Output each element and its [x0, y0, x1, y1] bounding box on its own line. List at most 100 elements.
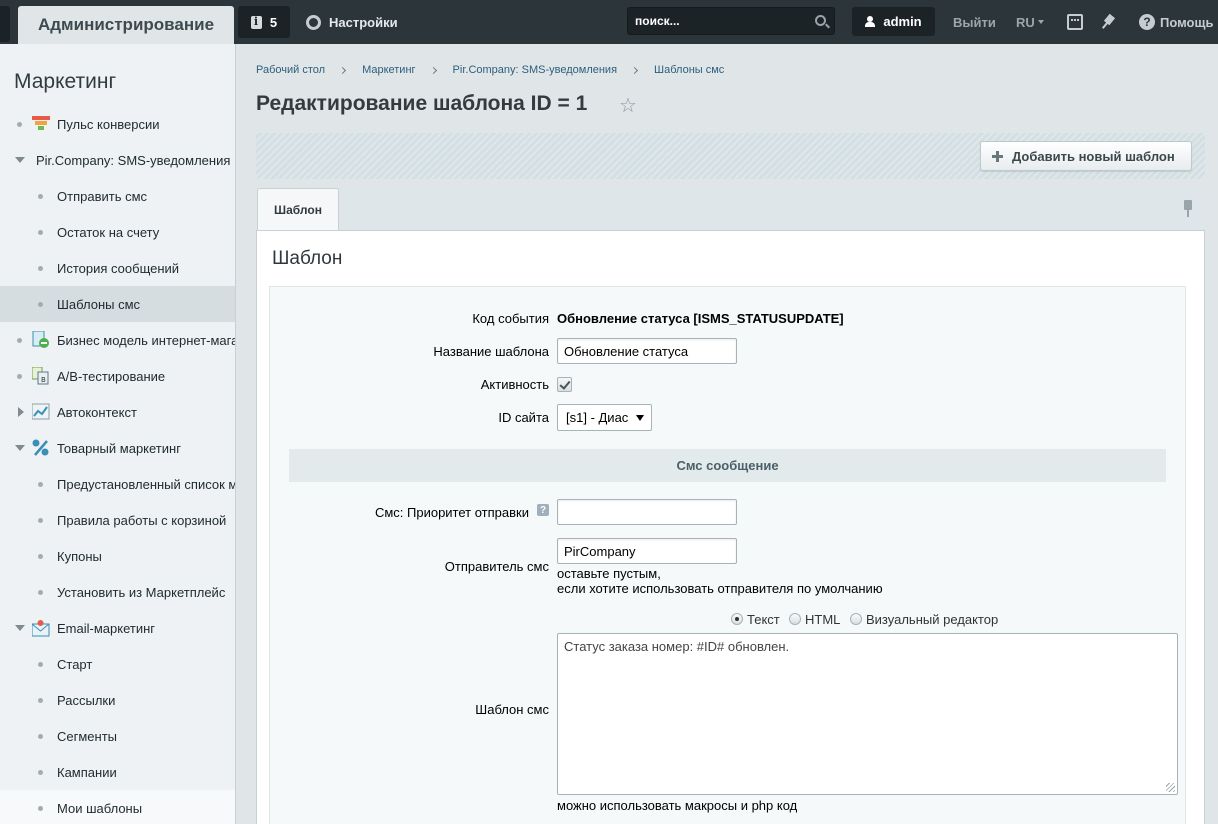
- chevron-right-icon: [429, 66, 437, 74]
- language-selector[interactable]: RU: [1016, 0, 1044, 44]
- tabs-bar: [256, 188, 1205, 230]
- search-icon[interactable]: [815, 15, 826, 26]
- sender-input[interactable]: [557, 538, 737, 564]
- gear-icon: [306, 14, 321, 30]
- sidebar-item-label: Остаток на счету: [57, 224, 160, 240]
- language-label: RU: [1016, 14, 1035, 30]
- sidebar-item-label: Автоконтекст: [57, 404, 137, 420]
- notifications-button[interactable]: 5: [238, 6, 290, 38]
- active-label: Активность: [480, 377, 549, 392]
- sidebar-title: Маркетинг: [14, 70, 117, 93]
- bullet-icon: [38, 806, 43, 811]
- mode-html-radio[interactable]: [789, 613, 801, 625]
- breadcrumb-link[interactable]: Шаблоны смс: [654, 64, 724, 76]
- priority-input[interactable]: [557, 499, 737, 525]
- sidebar-item-cart-rules[interactable]: Правила работы с корзиной: [0, 502, 235, 538]
- sidebar-item-label: Предустановленный список маркетинговых: [57, 476, 235, 492]
- keyboard-icon[interactable]: [1067, 14, 1083, 30]
- user-name: admin: [883, 14, 922, 29]
- add-template-button[interactable]: Добавить новый шаблон: [980, 141, 1192, 171]
- resize-grip-icon[interactable]: [1166, 783, 1175, 792]
- sidebar-item-history[interactable]: История сообщений: [0, 250, 235, 286]
- bullet-icon: [38, 554, 43, 559]
- sms-template-textarea[interactable]: Статус заказа номер: #ID# обновлен.: [557, 633, 1178, 795]
- chevron-down-icon[interactable]: [15, 625, 25, 631]
- chart-icon: [32, 403, 50, 420]
- template-name-label: Название шаблона: [433, 344, 549, 359]
- funnel-icon: [32, 116, 50, 130]
- pin-icon[interactable]: [1182, 200, 1194, 218]
- bullet-icon: [38, 662, 43, 667]
- sidebar-item-label: Правила работы с корзиной: [57, 512, 227, 528]
- active-checkbox[interactable]: [557, 377, 572, 392]
- bullet-icon: [38, 266, 43, 271]
- help-label: Помощь: [1160, 14, 1214, 30]
- bullet-icon: [38, 482, 43, 487]
- template-name-input[interactable]: [557, 338, 737, 364]
- sidebar-item-marketplace[interactable]: Установить из Маркетплейс: [0, 574, 235, 610]
- search-box: [627, 7, 835, 35]
- bullet-icon: [17, 122, 22, 127]
- sidebar-item-label: Pir.Company: SMS-уведомления: [36, 152, 231, 168]
- event-code-value: Обновление статуса [ISMS_STATUSUPDATE]: [557, 311, 844, 326]
- sidebar-item-label: Рассылки: [57, 692, 116, 708]
- sidebar-item-ab-testing[interactable]: B A/B-тестирование: [0, 358, 235, 394]
- sidebar-item-label: Пульс конверсии: [57, 116, 160, 132]
- bullet-icon: [17, 338, 22, 343]
- site-id-label: ID сайта: [498, 410, 549, 425]
- form-title: Шаблон: [272, 248, 343, 269]
- mode-html-label: HTML: [805, 612, 841, 627]
- sidebar-item-product-marketing[interactable]: Товарный маркетинг: [0, 430, 235, 466]
- logout-link[interactable]: Выйти: [953, 0, 996, 44]
- pin-icon[interactable]: [1101, 14, 1117, 30]
- sidebar-item-label: Email-маркетинг: [57, 620, 156, 636]
- chevron-down-icon[interactable]: [15, 157, 25, 163]
- settings-label: Настройки: [329, 14, 398, 30]
- help-button[interactable]: ? Помощь: [1139, 0, 1213, 44]
- site-id-select[interactable]: [s1] - Диас: [557, 404, 652, 431]
- sidebar-item-autocontext[interactable]: Автоконтекст: [0, 394, 235, 430]
- sidebar-item-label: История сообщений: [57, 260, 180, 276]
- mode-text-label: Текст: [747, 612, 780, 627]
- sidebar-item-pir-company[interactable]: Pir.Company: SMS-уведомления: [0, 142, 235, 178]
- add-template-label: Добавить новый шаблон: [1012, 148, 1175, 164]
- sidebar-item-label: Сегменты: [57, 728, 118, 744]
- sidebar-item-label: Бизнес модель интернет-магазина: [57, 332, 235, 348]
- bullet-icon: [38, 194, 43, 199]
- sidebar-item-balance[interactable]: Остаток на счету: [0, 214, 235, 250]
- notifications-count: 5: [269, 14, 278, 30]
- mode-visual-label: Визуальный редактор: [866, 612, 999, 627]
- mode-visual-radio[interactable]: [850, 613, 862, 625]
- chevron-down-icon[interactable]: [15, 445, 25, 451]
- user-button[interactable]: admin: [852, 7, 935, 36]
- settings-button[interactable]: Настройки: [306, 0, 398, 44]
- breadcrumb-link[interactable]: Маркетинг: [362, 64, 415, 76]
- sidebar-item-my-templates[interactable]: Мои шаблоны: [0, 790, 235, 824]
- sidebar-item-sms-templates[interactable]: Шаблоны смс: [0, 286, 235, 322]
- sidebar-item-conversion-pulse[interactable]: Пульс конверсии: [0, 106, 235, 142]
- sidebar-item-start[interactable]: Старт: [0, 646, 235, 682]
- bullet-icon: [38, 590, 43, 595]
- sidebar-item-email-marketing[interactable]: Email-маркетинг: [0, 610, 235, 646]
- breadcrumb: Рабочий стол Маркетинг Pir.Company: SMS-…: [256, 64, 724, 76]
- ab-test-icon: B: [32, 367, 49, 385]
- sidebar-item-preset-list[interactable]: Предустановленный список маркетинговых: [0, 466, 235, 502]
- sidebar-item-business-model[interactable]: Бизнес модель интернет-магазина: [0, 322, 235, 358]
- bullet-icon: [38, 518, 43, 523]
- menu-toggle[interactable]: [0, 6, 10, 42]
- tab-template[interactable]: Шаблон: [257, 188, 339, 230]
- help-icon[interactable]: ?: [537, 504, 549, 516]
- star-icon[interactable]: ☆: [619, 96, 637, 116]
- sidebar-item-send-sms[interactable]: Отправить смс: [0, 178, 235, 214]
- search-input[interactable]: [628, 8, 808, 34]
- sms-section-header: Смс сообщение: [289, 449, 1166, 482]
- chevron-right-icon[interactable]: [18, 407, 24, 417]
- admin-tab[interactable]: Администрирование: [18, 6, 234, 44]
- sidebar-item-segments[interactable]: Сегменты: [0, 718, 235, 754]
- breadcrumb-link[interactable]: Рабочий стол: [256, 64, 325, 76]
- breadcrumb-link[interactable]: Pir.Company: SMS-уведомления: [453, 64, 618, 76]
- sidebar-item-campaigns[interactable]: Кампании: [0, 754, 235, 790]
- mode-text-radio[interactable]: [731, 613, 743, 625]
- sidebar-item-mailings[interactable]: Рассылки: [0, 682, 235, 718]
- sidebar-item-coupons[interactable]: Купоны: [0, 538, 235, 574]
